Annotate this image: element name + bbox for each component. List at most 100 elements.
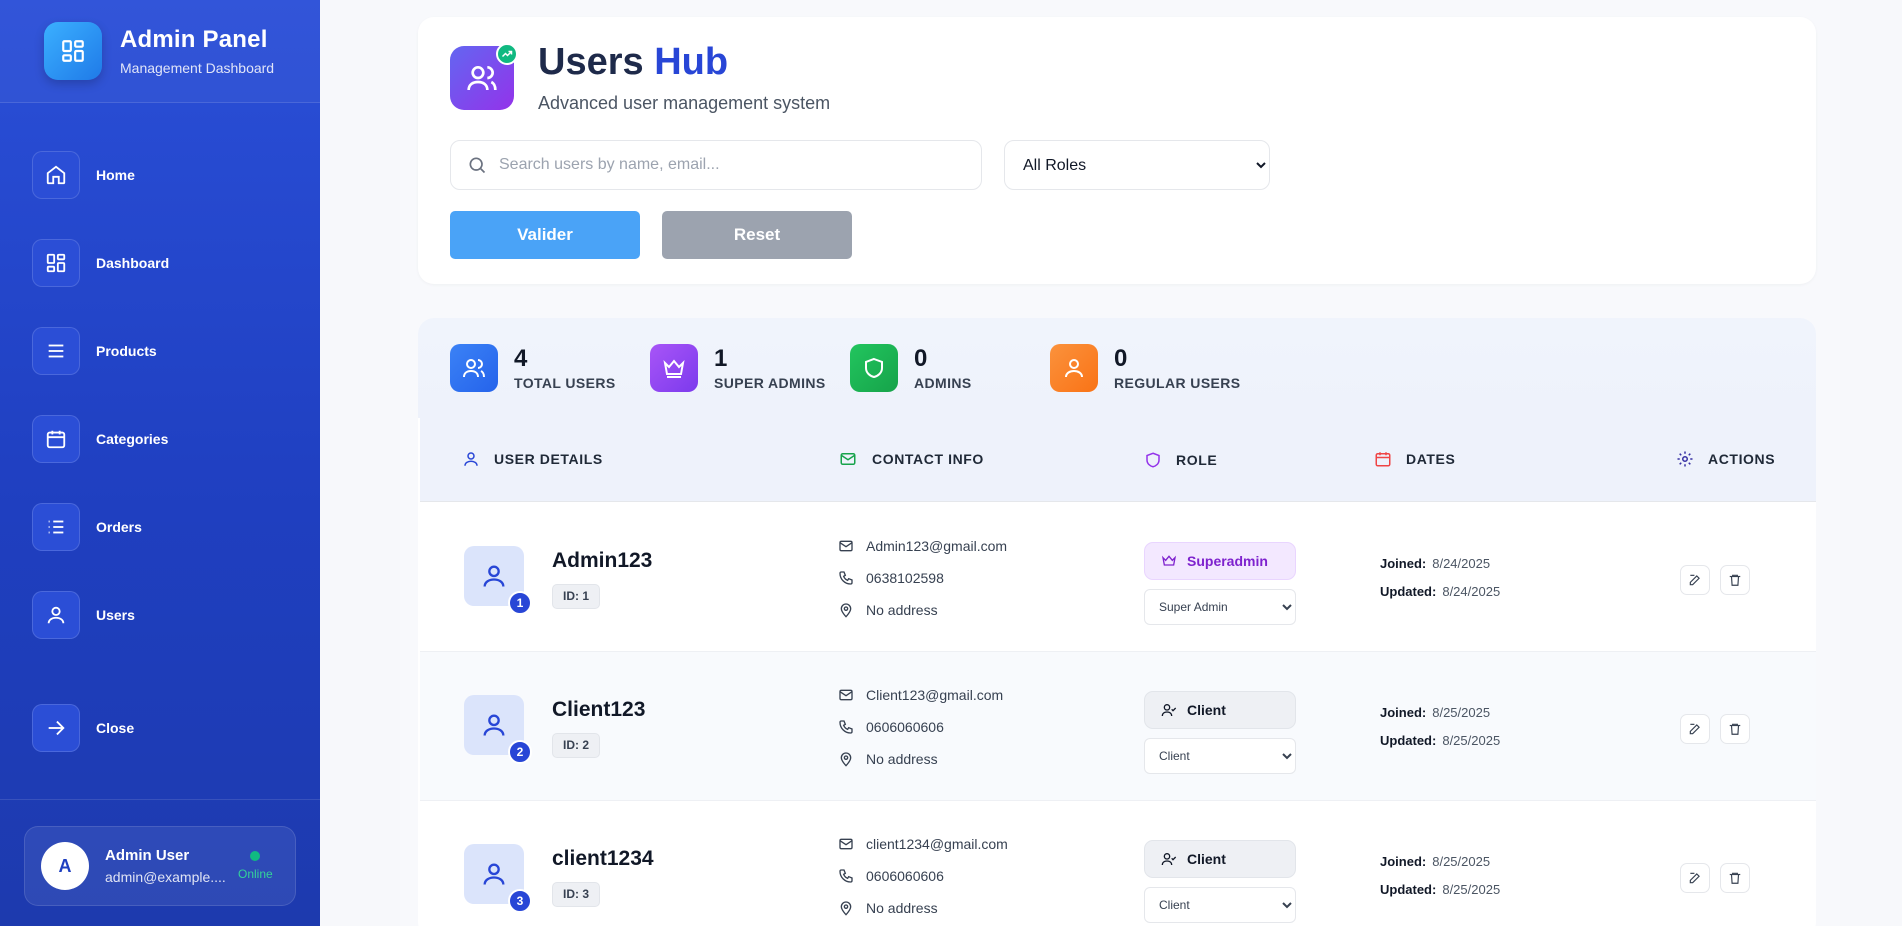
role-select[interactable]: Super Admin: [1144, 589, 1296, 625]
column-contact-info[interactable]: CONTACT INFO: [838, 450, 984, 468]
role-select[interactable]: Client: [1144, 738, 1296, 774]
role-badge-text: Client: [1187, 702, 1226, 718]
role-badge: Superadmin: [1144, 542, 1296, 580]
sidebar-item-orders[interactable]: Orders: [32, 502, 320, 552]
stat-total-users: 4 TOTAL USERS: [450, 344, 616, 392]
status-text: Online: [238, 867, 273, 881]
phone-icon: [839, 869, 853, 883]
crown-icon: [1161, 555, 1177, 566]
home-icon: [32, 151, 80, 199]
sidebar-item-products[interactable]: Products: [32, 326, 320, 376]
sidebar-close-button[interactable]: Close: [32, 703, 134, 753]
delete-button[interactable]: [1720, 863, 1750, 893]
phone-text: 0606060606: [866, 868, 944, 884]
role-filter-select[interactable]: All Roles: [1004, 140, 1270, 190]
address-text: No address: [866, 900, 938, 916]
role-badge: Client: [1144, 840, 1296, 878]
updated-label: Updated:: [1380, 733, 1437, 748]
sidebar-header: Admin Panel Management Dashboard: [0, 0, 320, 103]
stat-label: SUPER ADMINS: [714, 375, 826, 391]
page-subtitle: Advanced user management system: [538, 93, 831, 113]
table-row: 2 Client123 ID: 2 Client123@gmail.com 06…: [420, 652, 1816, 801]
updated-value: 8/24/2025: [1442, 584, 1501, 599]
stat-label: REGULAR USERS: [1114, 375, 1241, 391]
search-icon: [469, 157, 486, 174]
mail-icon: [840, 453, 856, 465]
user-name: Admin123: [552, 549, 653, 572]
edit-button[interactable]: [1680, 565, 1710, 595]
stat-label: TOTAL USERS: [514, 375, 616, 391]
arrow-right-icon: [32, 704, 80, 752]
address-text: No address: [866, 602, 938, 618]
validate-button[interactable]: Valider: [450, 211, 640, 259]
sidebar-item-label: Dashboard: [96, 255, 170, 271]
sidebar-nav: Home Dashboard Products Categories Order…: [32, 150, 320, 752]
role-select[interactable]: Client: [1144, 887, 1296, 923]
close-label: Close: [96, 720, 135, 736]
online-dot-icon: [250, 851, 261, 861]
stat-super-admins: 1 SUPER ADMINS: [650, 344, 826, 392]
sidebar-item-users[interactable]: Users: [32, 590, 320, 640]
sidebar-item-label: Home: [96, 167, 135, 183]
stat-label: ADMINS: [914, 375, 972, 391]
joined-value: 8/24/2025: [1432, 556, 1491, 571]
joined-date: Joined: 8/25/2025: [1380, 705, 1490, 720]
column-label: USER DETAILS: [494, 451, 603, 467]
joined-label: Joined:: [1380, 705, 1427, 720]
calendar-icon: [32, 415, 80, 463]
calendar-icon: [1375, 452, 1391, 467]
updated-label: Updated:: [1380, 882, 1437, 897]
sidebar-item-home[interactable]: Home: [32, 150, 320, 200]
contact-phone: 0638102598: [838, 570, 944, 586]
delete-button[interactable]: [1720, 714, 1750, 744]
reset-button[interactable]: Reset: [662, 211, 852, 259]
column-actions[interactable]: ACTIONS: [1676, 450, 1775, 468]
stats-band: 4 TOTAL USERS 1 SUPER ADMINS 0 ADMINS 0 REGU…: [418, 318, 1816, 418]
user-icon: [1050, 344, 1098, 392]
brand-title: Admin Panel: [120, 26, 268, 53]
sidebar-item-label: Orders: [96, 519, 142, 535]
sidebar-item-dashboard[interactable]: Dashboard: [32, 238, 320, 288]
sidebar-footer: A Admin User admin@example.... Online: [0, 799, 320, 926]
edit-button[interactable]: [1680, 863, 1710, 893]
table-row: 1 Admin123 ID: 1 Admin123@gmail.com 0638…: [420, 503, 1816, 652]
edit-icon: [1689, 872, 1700, 884]
user-name: Client123: [552, 698, 646, 721]
column-role[interactable]: ROLE: [1144, 450, 1217, 470]
user-icon: [464, 452, 478, 466]
ordered-list-icon: [32, 503, 80, 551]
contact-address: No address: [838, 751, 938, 767]
avatar: A: [41, 842, 89, 890]
column-user-details[interactable]: USER DETAILS: [462, 450, 603, 468]
delete-button[interactable]: [1720, 565, 1750, 595]
email-text: client1234@gmail.com: [866, 836, 1008, 852]
map-pin-icon: [840, 752, 852, 767]
joined-value: 8/25/2025: [1432, 705, 1491, 720]
sidebar-item-categories[interactable]: Categories: [32, 414, 320, 464]
search-input[interactable]: [499, 156, 939, 174]
updated-date: Updated: 8/25/2025: [1380, 882, 1500, 897]
phone-icon: [839, 571, 853, 585]
current-user-card[interactable]: A Admin User admin@example.... Online: [24, 826, 296, 906]
phone-text: 0638102598: [866, 570, 944, 586]
map-pin-icon: [840, 901, 852, 916]
role-badge-text: Superadmin: [1187, 553, 1268, 569]
title-main: Users: [538, 41, 644, 83]
trash-icon: [1729, 574, 1741, 586]
edit-button[interactable]: [1680, 714, 1710, 744]
edit-icon: [1689, 723, 1700, 735]
status-badge: Online: [238, 851, 273, 881]
mail-icon: [839, 540, 853, 552]
column-dates[interactable]: DATES: [1374, 450, 1455, 468]
joined-value: 8/25/2025: [1432, 854, 1491, 869]
contact-address: No address: [838, 900, 938, 916]
sidebar-item-label: Users: [96, 607, 135, 623]
dashboard-grid-icon: [44, 22, 102, 80]
search-box[interactable]: [450, 140, 982, 190]
updated-value: 8/25/2025: [1442, 733, 1501, 748]
user-number-badge: 2: [508, 740, 532, 764]
stat-value: 1: [714, 345, 728, 372]
brand-subtitle: Management Dashboard: [120, 60, 275, 76]
sidebar: Admin Panel Management Dashboard Home Da…: [0, 0, 320, 926]
updated-label: Updated:: [1380, 584, 1437, 599]
